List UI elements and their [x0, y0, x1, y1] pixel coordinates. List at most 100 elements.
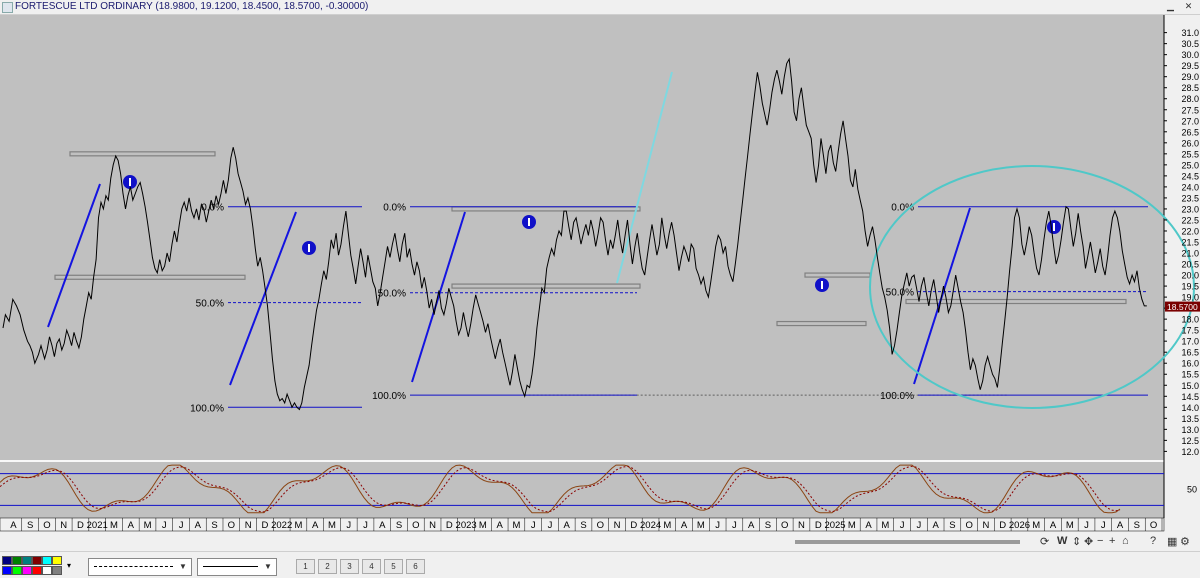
y-tick-label: 15.0 [1181, 381, 1199, 391]
line-style-select[interactable]: ▼ [88, 558, 192, 576]
x-tick-label: O [965, 520, 972, 531]
fib-label: 100.0% [372, 391, 406, 402]
zoom-in-button[interactable]: + [1109, 535, 1115, 547]
x-tick-label: M [512, 520, 520, 531]
y-tick-label: 30.0 [1181, 50, 1199, 60]
y-tick-label: 19.5 [1181, 282, 1199, 292]
x-tick-label: J [346, 520, 351, 531]
x-tick-label: M [848, 520, 856, 531]
x-tick-label: S [765, 520, 771, 531]
x-tick-label: N [60, 520, 67, 531]
x-tick-label: J [916, 520, 921, 531]
palette-dropdown-icon[interactable]: ▾ [67, 561, 71, 570]
y-tick-label: 14.5 [1181, 392, 1199, 402]
wave-marker-glyph [821, 281, 823, 289]
grid-icon[interactable]: ▦ [1167, 535, 1177, 548]
y-tick-label: 23.5 [1181, 193, 1199, 203]
x-tick-label: O [412, 520, 419, 531]
x-tick-label: O [228, 520, 235, 531]
x-tick-label: J [179, 520, 184, 531]
pan-icon[interactable]: ✥ [1084, 535, 1093, 548]
color-swatch[interactable] [2, 566, 12, 575]
color-swatch[interactable] [22, 566, 32, 575]
y-tick-label: 28.5 [1181, 83, 1199, 93]
price-panel [0, 15, 1164, 460]
y-tick-label: 13.0 [1181, 425, 1199, 435]
settings-icon[interactable]: ⚙ [1180, 535, 1190, 548]
y-tick-label: 20.5 [1181, 260, 1199, 270]
color-swatch[interactable] [2, 556, 12, 565]
line-width-select[interactable]: ▼ [197, 558, 277, 576]
y-tick-label: 20.0 [1181, 271, 1199, 281]
y-tick-label: 24.0 [1181, 182, 1199, 192]
x-tick-label: D [446, 520, 453, 531]
fib-label: 50.0% [196, 299, 224, 310]
fib-label: 50.0% [378, 289, 406, 300]
color-swatch[interactable] [42, 556, 52, 565]
home-icon[interactable]: ⌂ [1122, 535, 1129, 547]
color-swatch[interactable] [52, 556, 62, 565]
x-tick-label: S [396, 520, 402, 531]
color-palette[interactable] [0, 555, 66, 575]
weekly-period-button[interactable]: W [1057, 535, 1067, 547]
color-swatch[interactable] [12, 556, 22, 565]
line-size-button-4[interactable]: 4 [362, 559, 381, 574]
line-size-button-3[interactable]: 3 [340, 559, 359, 574]
color-swatch[interactable] [22, 556, 32, 565]
color-swatch[interactable] [52, 566, 62, 575]
x-tick-label: 2024 [640, 520, 661, 531]
x-tick-label: A [379, 520, 386, 531]
refresh-icon[interactable]: ⟳ [1040, 535, 1049, 548]
chart-canvas[interactable]: 0.0%50.0%100.0%0.0%50.0%100.0%0.0%50.0%1… [0, 0, 1200, 551]
color-swatch[interactable] [42, 566, 52, 575]
scroll-arrows-icon[interactable]: ⇕ [1072, 535, 1081, 548]
x-tick-label: J [732, 520, 737, 531]
y-tick-label: 27.0 [1181, 116, 1199, 126]
x-tick-label: A [865, 520, 872, 531]
y-tick-label: 24.5 [1181, 171, 1199, 181]
x-tick-label: A [564, 520, 571, 531]
y-tick-label: 29.5 [1181, 61, 1199, 71]
help-icon[interactable]: ? [1150, 535, 1156, 547]
y-tick-label: 16.0 [1181, 359, 1199, 369]
x-tick-label: A [1117, 520, 1124, 531]
line-size-button-1[interactable]: 1 [296, 559, 315, 574]
y-tick-label: 12.0 [1181, 447, 1199, 457]
x-tick-label: D [77, 520, 84, 531]
x-tick-label: J [162, 520, 167, 531]
y-tick-label: 28.0 [1181, 94, 1199, 104]
horizontal-scrollbar[interactable] [795, 540, 1020, 544]
zoom-out-button[interactable]: − [1097, 535, 1103, 547]
x-tick-label: N [982, 520, 989, 531]
x-tick-label: D [815, 520, 822, 531]
x-tick-label: M [1032, 520, 1040, 531]
x-tick-label: J [531, 520, 536, 531]
color-swatch[interactable] [32, 566, 42, 575]
x-tick-label: M [479, 520, 487, 531]
x-tick-label: M [697, 520, 705, 531]
x-tick-label: D [999, 520, 1006, 531]
y-tick-label: 22.0 [1181, 226, 1199, 236]
x-tick-label: M [328, 520, 336, 531]
x-tick-label: M [294, 520, 302, 531]
x-tick-label: S [580, 520, 586, 531]
x-tick-label: O [1150, 520, 1157, 531]
line-size-button-2[interactable]: 2 [318, 559, 337, 574]
y-tick-label: 22.5 [1181, 215, 1199, 225]
x-tick-label: D [630, 520, 637, 531]
color-swatch[interactable] [12, 566, 22, 575]
y-tick-label: 21.5 [1181, 238, 1199, 248]
y-tick-label: 12.5 [1181, 436, 1199, 446]
x-tick-label: A [748, 520, 755, 531]
fib-label: 50.0% [886, 288, 914, 299]
chevron-down-icon: ▼ [179, 562, 187, 571]
x-tick-label: J [715, 520, 720, 531]
color-swatch[interactable] [32, 556, 42, 565]
y-tick-label: 25.0 [1181, 160, 1199, 170]
y-tick-label: 23.0 [1181, 204, 1199, 214]
y-tick-label: 27.5 [1181, 105, 1199, 115]
line-size-button-6[interactable]: 6 [406, 559, 425, 574]
line-size-button-5[interactable]: 5 [384, 559, 403, 574]
x-tick-label: A [195, 520, 202, 531]
y-tick-label: 26.0 [1181, 138, 1199, 148]
